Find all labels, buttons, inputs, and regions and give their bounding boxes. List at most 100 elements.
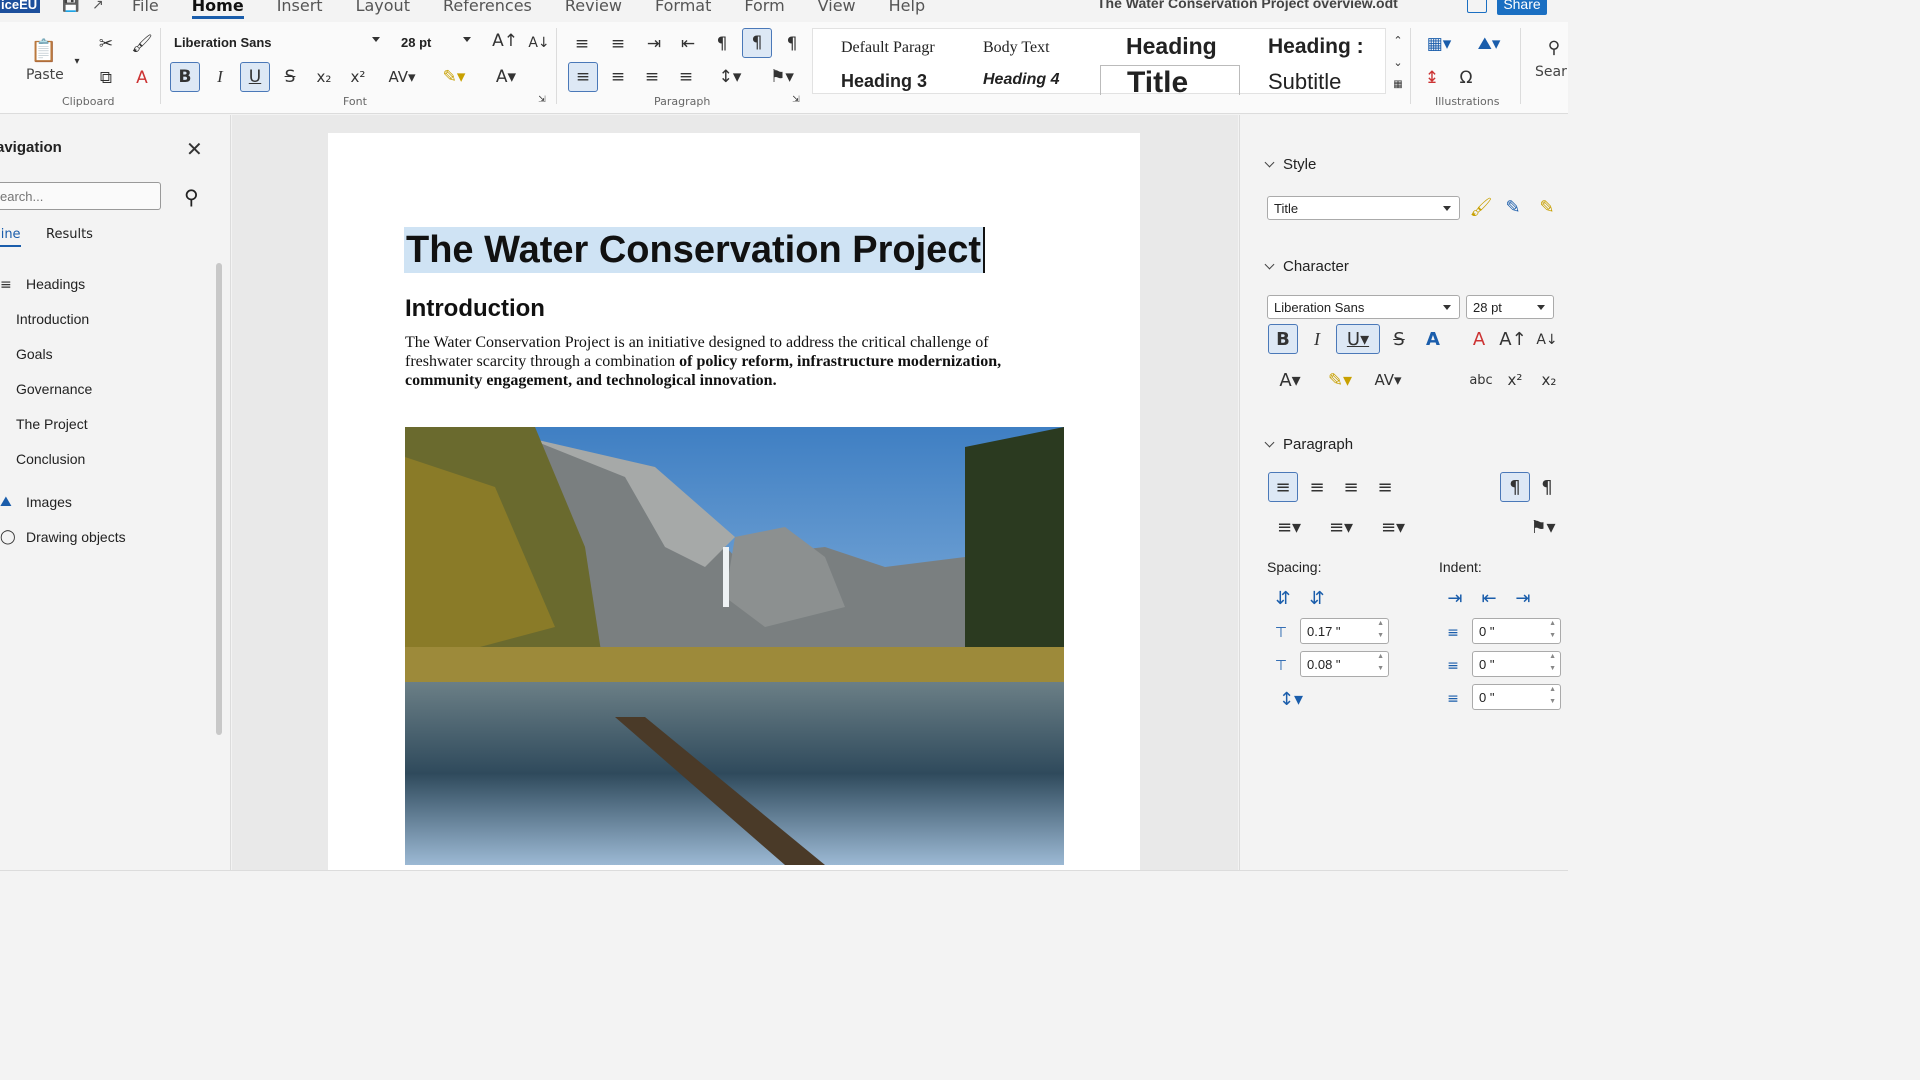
nav-item-governance[interactable]: Governance [16,381,92,397]
font-name-combo[interactable]: Liberation Sans [168,30,386,54]
align-left-button[interactable]: ≡ [568,62,598,92]
menu-review[interactable]: Review [565,0,622,19]
sidebar-character-spacing-icon[interactable]: AV▾ [1366,365,1410,395]
special-character-icon[interactable]: Ω [1452,64,1480,92]
navigator-scrollbar[interactable] [216,263,222,735]
page-break-icon[interactable]: ↨ [1418,64,1446,92]
align-center-button[interactable]: ≡ [604,62,632,92]
document-page[interactable]: The Water Conservation Project Introduct… [328,133,1140,873]
sidebar-grow-font-icon[interactable]: A↑ [1499,324,1526,354]
ltr-paragraph-icon[interactable]: ¶ [742,28,772,58]
after-text-indent-input[interactable]: 0 " ▲ ▼ [1472,651,1561,677]
sidebar-shadow-icon[interactable]: A [1420,324,1446,354]
sidebar-shrink-font-icon[interactable]: A↓ [1534,326,1560,354]
menu-view[interactable]: View [818,0,856,19]
sidebar-numbering-icon[interactable]: ≡▾ [1320,513,1362,541]
clear-formatting-icon[interactable]: A [128,64,156,92]
style-heading-3[interactable]: Heading 3 [841,71,927,92]
style-default-paragraph[interactable]: Default Paragr [841,39,935,57]
insert-image-icon[interactable]: ⛰▾ [1468,30,1510,58]
tab-results[interactable]: Results [46,227,93,242]
increase-indent-icon[interactable]: ⇥ [1442,585,1468,611]
document-paragraph[interactable]: The Water Conservation Project is an ini… [405,333,1035,390]
bullets-icon[interactable]: ≡ [568,30,596,58]
paragraph-dialog-launcher-icon[interactable]: ⇲ [790,94,802,106]
landscape-image[interactable] [405,427,1064,865]
character-spacing-icon[interactable]: AV▾ [380,62,424,92]
increase-indent-icon[interactable]: ⇥ [640,30,668,58]
sidebar-strikethrough-button[interactable]: S [1386,324,1412,354]
decrease-indent-icon[interactable]: ⇤ [674,30,702,58]
sidebar-italic-button[interactable]: I [1304,324,1330,354]
sidebar-subscript-button[interactable]: x₂ [1536,365,1562,395]
above-paragraph-spacing-input[interactable]: 0.17 " ▲ ▼ [1300,618,1389,644]
sidebar-outline-icon[interactable]: ≡▾ [1372,513,1414,541]
sidebar-font-name-combo[interactable]: Liberation Sans [1267,295,1460,319]
styles-scroll-up-icon[interactable]: ⌃ [1390,30,1406,50]
open-external-icon[interactable]: ↗ [92,0,104,13]
sidebar-underline-button[interactable]: U▾ [1336,324,1380,354]
sidebar-align-left-button[interactable]: ≡ [1268,472,1298,502]
style-heading-1[interactable]: Heading [1126,33,1217,60]
italic-button[interactable]: I [206,62,234,92]
menu-form[interactable]: Form [744,0,784,19]
menu-layout[interactable]: Layout [356,0,410,19]
styles-scroll-down-icon[interactable]: ⌄ [1390,52,1406,72]
nav-item-goals[interactable]: Goals [16,346,53,362]
style-title[interactable]: Title [1100,65,1240,95]
styles-more-icon[interactable]: ▦ [1390,74,1406,94]
sidebar-clear-formatting-icon[interactable]: A [1466,324,1492,354]
insert-table-icon[interactable]: ▦▾ [1418,30,1460,58]
copy-icon[interactable]: ⧉ [92,64,120,92]
strikethrough-button[interactable]: S [276,62,304,92]
sidebar-toggle-icon[interactable] [1467,0,1487,13]
bold-button[interactable]: B [170,62,200,92]
increase-spacing-icon[interactable]: ⇵ [1270,585,1296,611]
update-style-icon[interactable]: ✎ [1534,193,1560,221]
sidebar-font-size-combo[interactable]: 28 pt [1466,295,1554,319]
style-heading-4[interactable]: Heading 4 [983,71,1059,89]
line-spacing-icon[interactable]: ↕▾ [708,62,752,92]
font-dialog-launcher-icon[interactable]: ⇲ [536,94,548,106]
paste-icon[interactable]: 📋 [26,36,62,66]
sidebar-superscript-button[interactable]: x² [1502,365,1528,395]
menu-help[interactable]: Help [889,0,925,19]
font-size-combo[interactable]: 28 pt [395,30,477,54]
menu-references[interactable]: References [443,0,532,19]
clone-formatting-icon[interactable]: 🖌 [128,30,156,58]
navigator-search-input[interactable] [0,182,161,210]
grow-font-icon[interactable]: A↑ [492,28,518,54]
sidebar-align-right-button[interactable]: ≡ [1336,472,1366,502]
nav-item-drawing-objects[interactable]: Drawing objects [26,529,126,545]
sidebar-bold-button[interactable]: B [1268,324,1298,354]
paste-dropdown-icon[interactable]: ▾ [70,54,84,68]
nav-item-images[interactable]: Images [26,494,72,510]
document-heading-introduction[interactable]: Introduction [405,295,545,323]
search-button-label[interactable]: Sear [1535,64,1567,80]
paste-button[interactable]: Paste [26,67,64,83]
menu-format[interactable]: Format [655,0,711,19]
highlight-color-icon[interactable]: ✎▾ [432,62,476,92]
document-title-heading[interactable]: The Water Conservation Project [404,227,986,273]
subscript-button[interactable]: x₂ [310,62,338,92]
close-icon[interactable]: ✕ [186,137,203,161]
paragraph-style-combo[interactable]: Title [1267,196,1460,220]
sidebar-align-center-button[interactable]: ≡ [1302,472,1332,502]
shrink-font-icon[interactable]: A↓ [526,30,552,56]
search-icon[interactable]: ⚲ [1540,34,1568,62]
nav-item-headings[interactable]: Headings [26,276,85,292]
save-icon[interactable]: 💾 [62,0,79,13]
formatting-marks-icon[interactable]: ¶ [708,30,736,58]
sidebar-rtl-icon[interactable]: ¶ [1534,472,1560,502]
sidebar-font-color-icon[interactable]: A▾ [1268,365,1312,395]
nav-item-introduction[interactable]: Introduction [16,311,89,327]
align-right-button[interactable]: ≡ [638,62,666,92]
font-color-icon[interactable]: A▾ [484,62,528,92]
nav-item-the-project[interactable]: The Project [16,416,88,432]
menu-home[interactable]: Home [191,0,244,19]
character-section-header[interactable]: Character [1266,258,1349,275]
new-style-icon[interactable]: ✎ [1500,193,1526,221]
paragraph-section-header[interactable]: Paragraph [1266,436,1353,453]
sidebar-ltr-icon[interactable]: ¶ [1500,472,1530,502]
fill-format-icon[interactable]: 🖌 [1468,193,1494,221]
